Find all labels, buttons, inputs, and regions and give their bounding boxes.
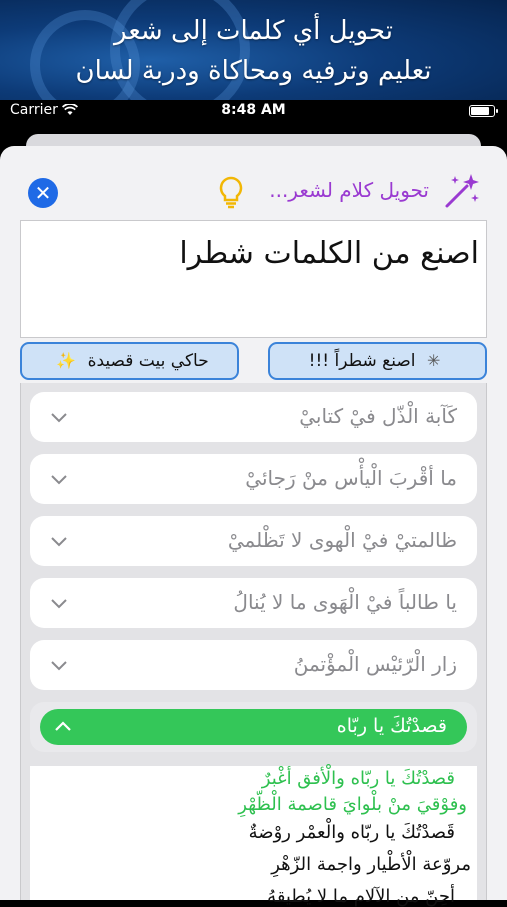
make-verse-label: اصنع شطراً !!! — [308, 351, 416, 371]
imitate-poem-button[interactable]: حاكي بيت قصيدة ✨ — [20, 342, 239, 380]
banner-line-1: تحويل أي كلمات إلى شعر — [114, 16, 393, 46]
list-item-label: ما أقْربَ الْيأْس منْ رَجائيْ — [245, 466, 457, 490]
list-item[interactable]: كَآبة الْذّل فيْ كتابيْ — [30, 392, 477, 442]
chevron-down-icon — [51, 661, 67, 671]
clock: 8:48 AM — [221, 102, 286, 118]
imitate-poem-label: حاكي بيت قصيدة — [87, 351, 209, 371]
sparkles-icon: ✨ — [56, 351, 77, 370]
list-item-label: زار الْرّئيْس الْمؤْتمنُ — [293, 652, 457, 676]
lightbulb-icon[interactable] — [216, 176, 246, 210]
chevron-down-icon — [51, 475, 67, 485]
list-item-label: كَآبة الْذّل فيْ كتابيْ — [299, 404, 457, 428]
poem-verse: مروّعة الْأطْيار واجمة الزّهْرِ — [271, 854, 471, 875]
list-item-expanded[interactable]: قصدْتُكَ يا ربّاه — [40, 709, 467, 745]
sparkle-icon: ✳ — [426, 351, 441, 370]
close-icon: ✕ — [34, 181, 52, 205]
list-item[interactable]: زار الْرّئيْس الْمؤْتمنُ — [30, 640, 477, 690]
list-item-label: قصدْتُكَ يا ربّاه — [336, 715, 447, 737]
chevron-up-icon — [55, 721, 71, 731]
list-item[interactable]: يا طالباً فيْ الْهَوى ما لا يُنالُ — [30, 578, 477, 628]
poem-text: قصدْتُكَ يا ربّاه والْأفق أغْبرٌ وفوْقيَ… — [30, 766, 477, 907]
chevron-down-icon — [51, 537, 67, 547]
list-item-label: يا طالباً فيْ الْهَوى ما لا يُنالُ — [233, 590, 457, 614]
list-item[interactable]: ما أقْربَ الْيأْس منْ رَجائيْ — [30, 454, 477, 504]
input-text-value[interactable]: اصنع من الكلمات شطرا — [179, 236, 479, 271]
promo-banner: تحويل أي كلمات إلى شعر تعليم وترفيه ومحا… — [0, 0, 507, 100]
make-verse-button[interactable]: ✳ اصنع شطراً !!! — [268, 342, 487, 380]
poem-verse: وفوْقيَ منْ بلْوايَ قاصمة الْظّهْرِ — [238, 794, 467, 815]
list-item-label: ظالمتيْ فيْ الْهوى لا تَظْلميْ — [227, 528, 457, 552]
poem-verse: قَصدْتُكَ يا ربّاه والْعمْر روْضةٌ — [248, 822, 455, 843]
battery-icon — [469, 105, 498, 117]
close-button[interactable]: ✕ — [28, 178, 58, 208]
status-bar: Carrier 8:48 AM — [0, 100, 507, 122]
banner-line-2: تعليم وترفيه ومحاكاة ودربة لسان — [75, 56, 432, 86]
poem-verse: قصدْتُكَ يا ربّاه والْأفق أغْبرٌ — [261, 768, 455, 789]
chevron-down-icon — [51, 599, 67, 609]
chevron-down-icon — [51, 413, 67, 423]
list-item[interactable]: ظالمتيْ فيْ الْهوى لا تَظْلميْ — [30, 516, 477, 566]
page-title: تحويل كلام لشعر... — [269, 178, 429, 202]
poem-verse: أحِنّ من الآلامِ ما لا يُطيقهُ — [267, 886, 455, 907]
magic-wand-icon — [445, 174, 479, 208]
